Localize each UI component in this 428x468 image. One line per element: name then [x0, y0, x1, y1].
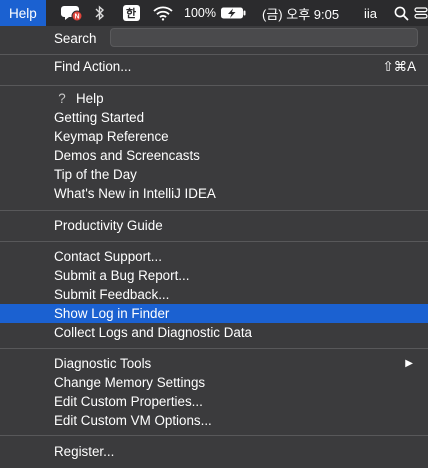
- control-center-icon[interactable]: [414, 0, 428, 26]
- input-method-label: 한: [122, 5, 140, 21]
- menu-item-label: Getting Started: [54, 110, 145, 125]
- menu-item-label: Submit Feedback...: [54, 287, 170, 302]
- menu-item-label: Keymap Reference: [54, 129, 169, 144]
- menu-separator: [0, 348, 428, 349]
- menu-item-diagnostic-tools[interactable]: Diagnostic Tools ▶: [0, 354, 428, 373]
- menu-item-label: Edit Custom VM Options...: [54, 413, 212, 428]
- menu-item-submit-bug-report[interactable]: Submit a Bug Report...: [0, 266, 428, 285]
- menu-item-whats-new[interactable]: What's New in IntelliJ IDEA: [0, 184, 428, 203]
- menu-item-label: Diagnostic Tools: [54, 356, 152, 371]
- menu-separator: [0, 241, 428, 242]
- submenu-arrow-icon: ▶: [405, 358, 413, 369]
- menu-item-find-action[interactable]: Find Action... ⇧⌘A: [0, 57, 428, 76]
- menu-item-getting-started[interactable]: Getting Started: [0, 108, 428, 127]
- menu-item-register[interactable]: Register...: [0, 442, 428, 461]
- help-menu-label: Help: [9, 5, 37, 21]
- input-method-icon[interactable]: 한: [121, 0, 141, 26]
- menu-separator: [0, 85, 428, 86]
- help-question-icon: ?: [58, 91, 66, 106]
- menu-item-keymap-reference[interactable]: Keymap Reference: [0, 127, 428, 146]
- help-menu-title[interactable]: Help: [0, 0, 46, 26]
- menu-item-contact-support[interactable]: Contact Support...: [0, 247, 428, 266]
- help-dropdown-menu: Search Find Action... ⇧⌘A ? Help Getting…: [0, 26, 428, 468]
- menu-item-label: Register...: [54, 444, 115, 459]
- menu-item-productivity-guide[interactable]: Productivity Guide: [0, 216, 428, 235]
- clock[interactable]: (금) 오후 9:05: [262, 0, 339, 26]
- menu-separator: [0, 54, 428, 55]
- menu-item-edit-custom-vm-options[interactable]: Edit Custom VM Options...: [0, 411, 428, 430]
- menu-item-label: Productivity Guide: [54, 218, 163, 233]
- search-icon[interactable]: [392, 0, 410, 26]
- menu-item-label: Submit a Bug Report...: [54, 268, 190, 283]
- battery-percent: 100%: [184, 6, 216, 20]
- menu-separator: [0, 435, 428, 436]
- menu-item-label: Find Action...: [54, 59, 132, 74]
- user-name[interactable]: iia: [364, 0, 377, 26]
- menu-item-show-log-in-finder[interactable]: Show Log in Finder: [0, 304, 428, 323]
- menu-item-shortcut: ⇧⌘A: [382, 58, 416, 74]
- menu-item-label: What's New in IntelliJ IDEA: [54, 186, 216, 201]
- wifi-icon[interactable]: [152, 0, 174, 26]
- menu-item-help[interactable]: ? Help: [0, 89, 428, 108]
- messages-status-icon[interactable]: N: [60, 0, 84, 26]
- menu-item-label: Change Memory Settings: [54, 375, 206, 390]
- menu-item-label: Tip of the Day: [54, 167, 137, 182]
- svg-text:N: N: [74, 14, 79, 21]
- menu-bar: Help N 한 100% (금) 오후 9:05 iia: [0, 0, 428, 26]
- menu-item-edit-custom-properties[interactable]: Edit Custom Properties...: [0, 392, 428, 411]
- menu-separator: [0, 210, 428, 211]
- menu-item-tip-of-the-day[interactable]: Tip of the Day: [0, 165, 428, 184]
- menu-item-label: Collect Logs and Diagnostic Data: [54, 325, 252, 340]
- menu-item-demos-screencasts[interactable]: Demos and Screencasts: [0, 146, 428, 165]
- menu-item-label: Help: [76, 91, 104, 106]
- bluetooth-icon[interactable]: [92, 0, 108, 26]
- search-row: Search: [0, 26, 428, 52]
- search-input[interactable]: [110, 28, 418, 47]
- menu-item-label: Edit Custom Properties...: [54, 394, 203, 409]
- menu-item-change-memory-settings[interactable]: Change Memory Settings: [0, 373, 428, 392]
- menu-item-collect-logs[interactable]: Collect Logs and Diagnostic Data: [0, 323, 428, 342]
- menu-item-label: Show Log in Finder: [54, 306, 170, 321]
- menu-item-label: Demos and Screencasts: [54, 148, 200, 163]
- menu-item-label: Contact Support...: [54, 249, 162, 264]
- search-label: Search: [54, 31, 97, 46]
- menu-item-submit-feedback[interactable]: Submit Feedback...: [0, 285, 428, 304]
- battery-charging-icon[interactable]: [219, 0, 247, 26]
